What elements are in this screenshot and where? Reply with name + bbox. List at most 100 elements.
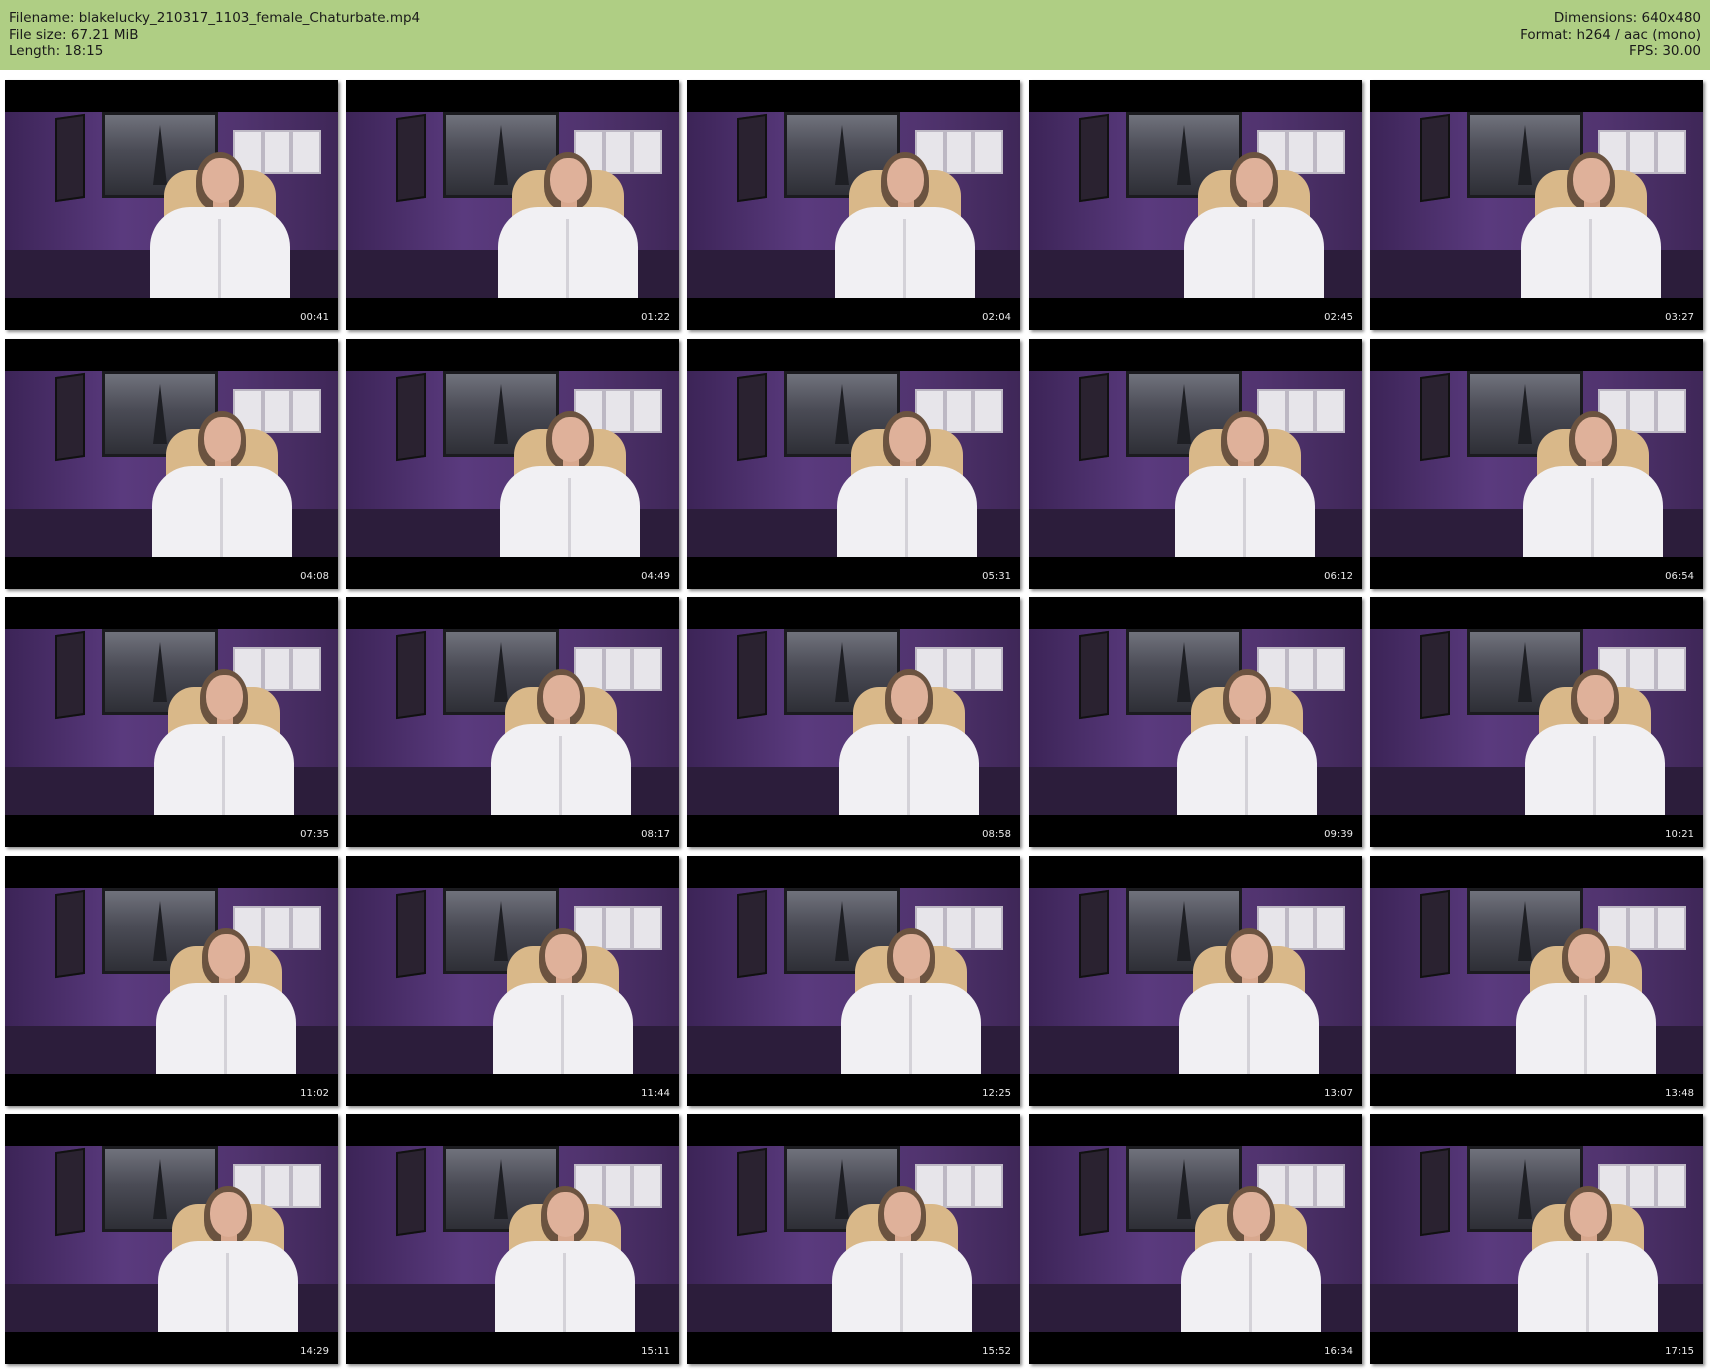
white-blouse [1523,466,1663,557]
white-blouse [156,983,296,1074]
video-frame [5,629,338,815]
video-thumbnail: 09:39 [1029,597,1362,847]
video-frame [1029,1146,1362,1332]
filename-text: Filename: blakelucky_210317_1103_female_… [9,10,421,26]
tower-silhouette [835,1159,849,1219]
tower-silhouette [1177,901,1191,961]
video-thumbnail: 07:35 [5,597,338,847]
wall-picture [1079,113,1109,203]
wall-picture [1420,889,1450,979]
face [208,934,245,979]
timestamp-label: 08:58 [982,829,1011,840]
face [206,675,243,720]
face [545,934,582,979]
video-thumbnail: 01:22 [346,80,679,330]
tower-silhouette [1177,1159,1191,1219]
timestamp-label: 08:17 [641,829,670,840]
face [543,675,580,720]
wall-picture [55,889,85,979]
timestamp-label: 02:04 [982,312,1011,323]
timestamp-label: 06:12 [1324,571,1353,582]
video-frame [5,112,338,298]
video-info-header: Filename: blakelucky_210317_1103_female_… [0,0,1710,70]
white-blouse [491,724,631,815]
video-thumbnail: 05:31 [687,339,1020,589]
timestamp-label: 11:02 [300,1088,329,1099]
wall-shelf [915,130,1003,174]
face [891,675,928,720]
video-thumbnail: 17:15 [1370,1114,1703,1364]
wall-picture [396,630,426,720]
wall-picture [737,372,767,462]
video-frame [5,371,338,557]
face [1575,417,1612,462]
white-blouse [1518,1241,1658,1332]
wall-picture [396,113,426,203]
white-blouse [835,207,975,298]
video-frame [346,629,679,815]
tower-silhouette [835,901,849,961]
dimensions-text: Dimensions: 640x480 [1553,10,1701,26]
tower-silhouette [1177,125,1191,185]
wall-picture [1420,1147,1450,1237]
timestamp-label: 13:48 [1665,1088,1694,1099]
timestamp-label: 04:08 [300,571,329,582]
face [1573,158,1610,203]
face [210,1192,247,1237]
tower-silhouette [1518,384,1532,444]
timestamp-label: 02:45 [1324,312,1353,323]
video-thumbnail: 13:07 [1029,856,1362,1106]
wall-shelf [233,389,321,433]
face [884,1192,921,1237]
wall-picture [55,630,85,720]
video-thumbnail: 08:58 [687,597,1020,847]
video-frame [346,112,679,298]
video-frame [346,371,679,557]
video-frame [1029,371,1362,557]
wall-picture [1079,889,1109,979]
wall-shelf [1598,1164,1686,1208]
timestamp-label: 15:52 [982,1346,1011,1357]
video-thumbnail: 15:52 [687,1114,1020,1364]
timestamp-label: 13:07 [1324,1088,1353,1099]
tower-silhouette [1518,1159,1532,1219]
timestamp-label: 00:41 [300,312,329,323]
format-text: Format: h264 / aac (mono) [1520,26,1701,43]
video-frame [346,888,679,1074]
face [547,1192,584,1237]
white-blouse [495,1241,635,1332]
face [1577,675,1614,720]
face [887,158,924,203]
wall-picture [1079,372,1109,462]
wall-picture [1079,630,1109,720]
video-frame [687,888,1020,1074]
wall-picture [1420,113,1450,203]
face [889,417,926,462]
face [202,158,239,203]
white-blouse [1525,724,1665,815]
tower-silhouette [494,1159,508,1219]
video-thumbnail: 04:49 [346,339,679,589]
wall-shelf [233,647,321,691]
wall-picture [396,1147,426,1237]
white-blouse [1177,724,1317,815]
video-frame [5,1146,338,1332]
wall-shelf [1257,647,1345,691]
white-blouse [832,1241,972,1332]
white-blouse [498,207,638,298]
tower-silhouette [494,642,508,702]
length-text: Length: 18:15 [9,43,104,59]
video-frame [1370,629,1703,815]
face [1229,675,1266,720]
white-blouse [150,207,290,298]
tower-silhouette [494,125,508,185]
video-frame [5,888,338,1074]
wall-picture [737,630,767,720]
timestamp-label: 15:11 [641,1346,670,1357]
wall-picture [737,113,767,203]
face [550,158,587,203]
video-frame [1029,888,1362,1074]
timestamp-label: 07:35 [300,829,329,840]
tower-silhouette [153,125,167,185]
white-blouse [841,983,981,1074]
